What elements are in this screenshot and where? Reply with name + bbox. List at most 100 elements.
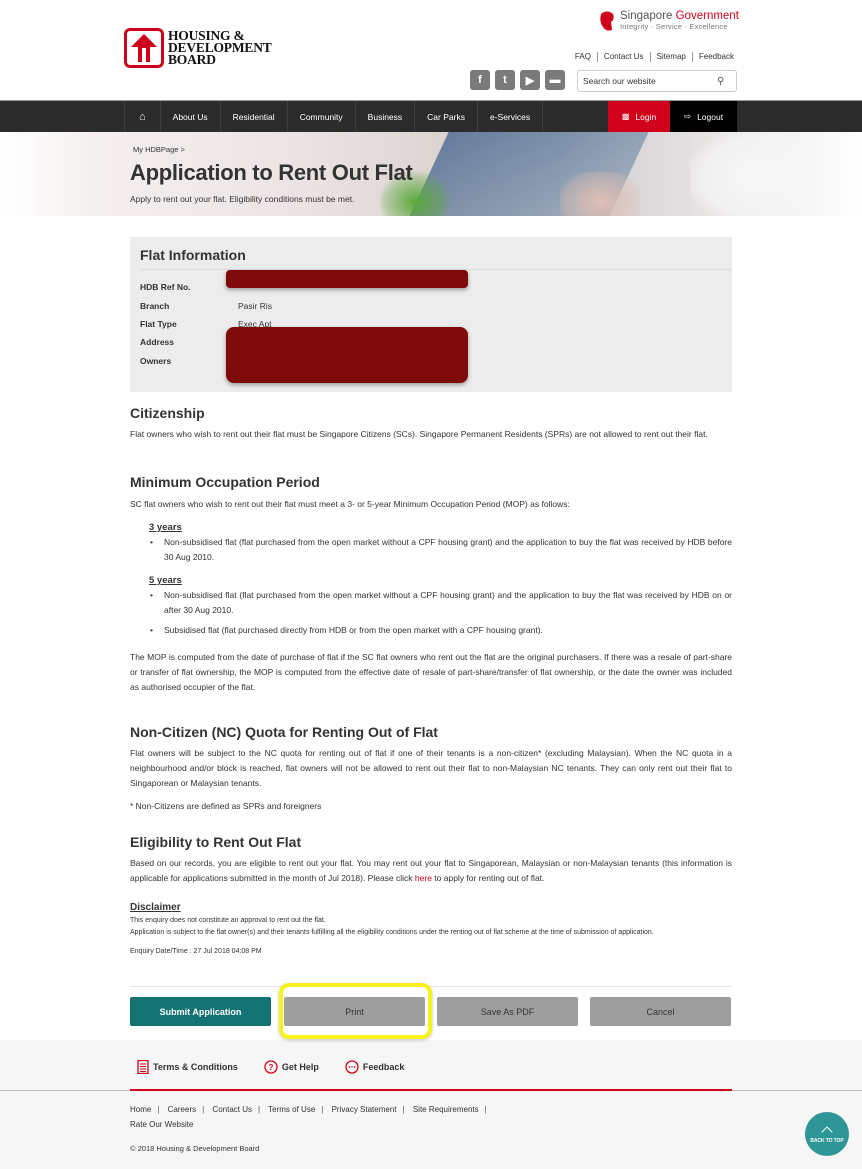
home-icon[interactable]: ⌂ <box>124 101 160 132</box>
section-text: SC flat owners who wish to rent out thei… <box>130 499 570 509</box>
info-label: Address <box>140 337 175 347</box>
sitemap-link[interactable]: Sitemap <box>649 52 692 62</box>
chat-bubble-icon <box>345 1060 359 1074</box>
eligibility-section: Eligibility to Rent Out Flat Based on ou… <box>130 833 732 886</box>
contact-us-link[interactable]: Contact Us <box>596 52 650 62</box>
section-heading: Non-Citizen (NC) Quota for Renting Out o… <box>130 724 438 740</box>
enquiry-datetime: Enquiry Date/Time : 27 Jul 2018 04:08 PM <box>130 948 262 955</box>
page-title: Application to Rent Out Flat <box>130 160 413 185</box>
three-years-label: 3 years <box>149 522 182 533</box>
apply-here-link[interactable]: here <box>415 873 432 883</box>
eligibility-text: to apply for renting out of flat. <box>431 873 545 883</box>
list-item: Subsidised flat (flat purchased directly… <box>150 623 732 638</box>
get-help-link[interactable]: ? Get Help <box>264 1060 319 1074</box>
site-header: HOUSING & DEVELOPMENT BOARD Singapore Go… <box>0 0 862 100</box>
nav-community[interactable]: Community <box>286 101 355 132</box>
logo-line: BOARD <box>168 52 216 67</box>
section-text: Based on our records, you are eligible t… <box>130 856 732 886</box>
info-label: Branch <box>140 301 170 311</box>
flat-info-title: Flat Information <box>140 247 246 263</box>
hdb-logo[interactable]: HOUSING & DEVELOPMENT BOARD <box>124 28 272 68</box>
gov-title-plain: Singapore <box>620 10 676 22</box>
couch-icon[interactable]: ▬ <box>545 70 565 90</box>
footer-link-privacy[interactable]: Privacy Statement <box>332 1105 397 1114</box>
nav-business[interactable]: Business <box>354 101 415 132</box>
info-value: Pasir Ris <box>238 301 273 311</box>
footer-quick-links: Terms & Conditions ? Get Help Feedback <box>137 1060 430 1074</box>
document-icon <box>137 1060 149 1074</box>
feedback-link[interactable]: Feedback <box>691 52 734 62</box>
hdb-house-icon <box>124 28 164 68</box>
mop-note: The MOP is computed from the date of pur… <box>130 652 732 692</box>
breadcrumb[interactable]: My HDBPage > <box>133 145 185 154</box>
list-item: Non-subsidised flat (flat purchased from… <box>150 535 732 565</box>
login-button[interactable]: ▩ Login <box>608 101 670 132</box>
search-icon[interactable]: ⚲ <box>717 76 724 87</box>
footer-link-careers[interactable]: Careers <box>168 1105 196 1114</box>
lock-icon: ▩ <box>621 112 630 121</box>
nav-car-parks[interactable]: Car Parks <box>414 101 477 132</box>
print-button[interactable]: Print <box>284 997 425 1026</box>
cancel-button[interactable]: Cancel <box>590 997 731 1026</box>
copyright: © 2018 Housing & Development Board <box>130 1144 260 1153</box>
terms-conditions-link[interactable]: Terms & Conditions <box>137 1060 238 1074</box>
site-footer: Terms & Conditions ? Get Help Feedback H… <box>0 1040 862 1169</box>
search-input[interactable] <box>578 76 713 86</box>
red-divider <box>130 1089 732 1091</box>
svg-text:?: ? <box>268 1063 273 1072</box>
mop-section: Minimum Occupation Period SC flat owners… <box>130 473 732 695</box>
footer-link-home[interactable]: Home <box>130 1105 151 1114</box>
info-label: HDB Ref No. <box>140 282 191 292</box>
redaction-overlay <box>226 327 468 383</box>
nav-e-services[interactable]: e-Services <box>476 101 544 132</box>
logout-button[interactable]: ⇨ Logout <box>670 101 737 132</box>
twitter-icon[interactable]: t <box>495 70 515 90</box>
nc-quota-section: Non-Citizen (NC) Quota for Renting Out o… <box>130 723 732 814</box>
lion-head-icon <box>600 11 614 31</box>
footer-links: Home | Careers | Contact Us | Terms of Use |… <box>130 1105 487 1129</box>
flat-information-panel: Flat Information HDB Ref No. Branch Pasi… <box>130 237 732 392</box>
youtube-icon[interactable]: ▶ <box>520 70 540 90</box>
info-row-address: Address <box>140 337 238 347</box>
social-links: f t ▶ ▬ <box>470 70 565 90</box>
five-years-list: Non-subsidised flat (flat purchased from… <box>150 588 732 638</box>
disclaimer-line: This enquiry does not constitute an appr… <box>130 917 326 924</box>
citizenship-section: Citizenship Flat owners who wish to rent… <box>130 404 732 442</box>
disclaimer-section: Disclaimer This enquiry does not constit… <box>130 900 732 958</box>
logout-label: Logout <box>697 111 724 122</box>
faq-link[interactable]: FAQ <box>569 52 597 62</box>
utility-links: FAQ Contact Us Sitemap Feedback <box>569 52 734 62</box>
link-label: Get Help <box>281 1062 319 1072</box>
info-label: Flat Type <box>140 319 177 329</box>
submit-application-button[interactable]: Submit Application <box>130 997 271 1026</box>
footer-link-contact-us[interactable]: Contact Us <box>212 1105 252 1114</box>
list-item: Non-subsidised flat (flat purchased from… <box>150 588 732 618</box>
banner-image-person <box>690 132 820 216</box>
login-label: Login <box>635 111 657 122</box>
save-as-pdf-button[interactable]: Save As PDF <box>437 997 578 1026</box>
footnote: * Non-Citizens are defined as SPRs and f… <box>130 801 322 811</box>
gov-title: Singapore Government <box>620 10 739 22</box>
main-navigation: ⌂ About Us Residential Community Busines… <box>0 100 862 132</box>
nav-residential[interactable]: Residential <box>219 101 287 132</box>
footer-link-terms-of-use[interactable]: Terms of Use <box>268 1105 315 1114</box>
link-label: Terms & Conditions <box>153 1062 238 1072</box>
footer-link-rate-website[interactable]: Rate Our Website <box>130 1120 193 1129</box>
gov-tagline: Integrity · Service · Excellence <box>620 22 728 31</box>
banner-image-hand <box>560 172 640 216</box>
section-text: Flat owners will be subject to the NC qu… <box>130 748 732 788</box>
link-label: Feedback <box>362 1062 405 1072</box>
redaction-overlay <box>226 270 468 288</box>
facebook-icon[interactable]: f <box>470 70 490 90</box>
info-label: Owners <box>140 356 172 366</box>
info-row-branch: Branch Pasir Ris <box>140 301 272 311</box>
chevron-up-icon <box>821 1125 833 1138</box>
gov-title-accent: Government <box>675 10 739 22</box>
back-to-top-button[interactable]: BACK TO TOP <box>805 1112 849 1156</box>
section-heading: Eligibility to Rent Out Flat <box>130 834 302 850</box>
footer-link-site-requirements[interactable]: Site Requirements <box>413 1105 479 1114</box>
singapore-government-logo[interactable]: Singapore Government Integrity · Service… <box>598 10 739 32</box>
section-heading: Citizenship <box>130 405 205 421</box>
feedback-footer-link[interactable]: Feedback <box>345 1060 405 1074</box>
nav-about-us[interactable]: About Us <box>159 101 220 132</box>
